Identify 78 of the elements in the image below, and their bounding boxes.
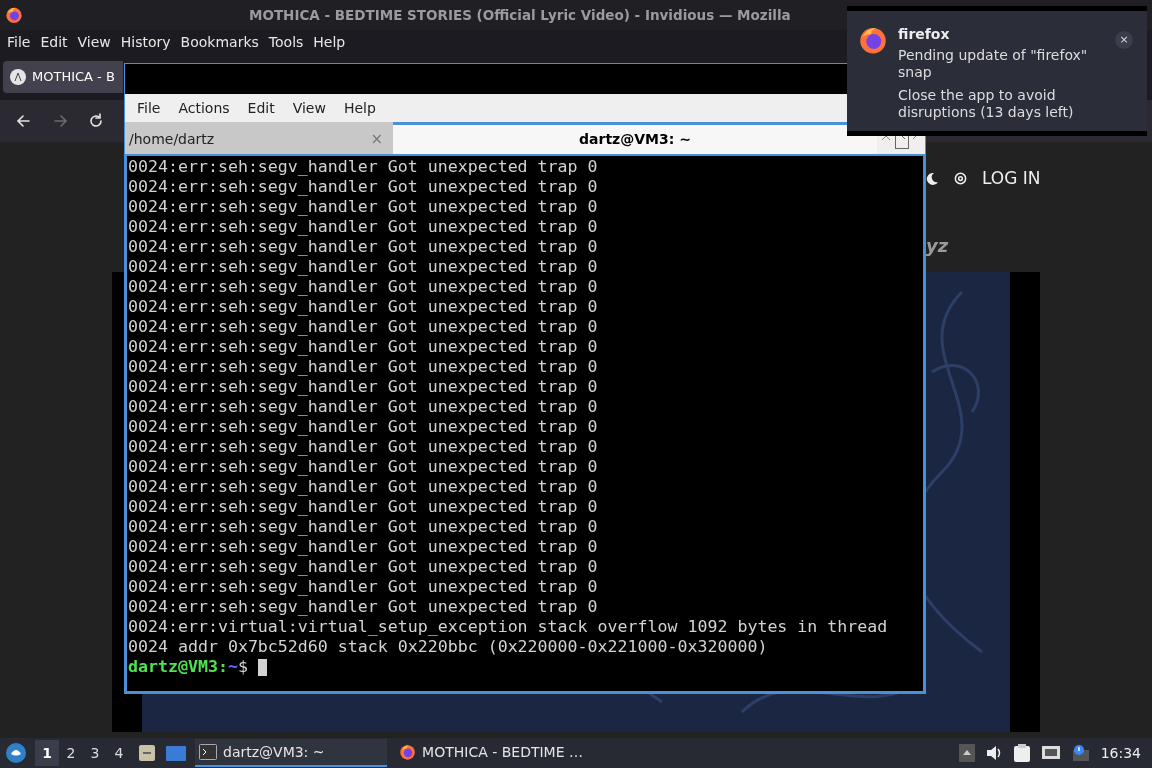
output-line: 0024:err:seh:segv_handler Got unexpected trap 0 [128,317,598,337]
output-line: 0024:err:seh:segv_handler Got unexpected trap 0 [128,157,598,177]
prompt-path: ~ [227,657,238,677]
tab-title: /home/dartz [129,130,215,149]
clipboard-icon[interactable] [1012,743,1031,763]
window-title: MOTHICA - BEDTIME STORIES (Official Lyric Video) - Invidious — Mozilla [249,5,791,25]
tray-expand-icon[interactable] [958,744,975,762]
prompt-user: dartz@VM3: [128,657,228,677]
desktop-icon[interactable] [165,743,187,763]
menu-item[interactable]: Help [334,97,385,119]
close-button[interactable]: × [1115,31,1133,49]
output-line: 0024:err:seh:segv_handler Got unexpected trap 0 [128,257,598,277]
task-title: MOTHICA - BEDTIME … [422,742,583,762]
output-line: 0024:err:seh:segv_handler Got unexpected trap 0 [128,417,598,437]
output-line: 0024:err:seh:segv_handler Got unexpected trap 0 [128,557,598,577]
output-line: 0024:err:seh:segv_handler Got unexpected trap 0 [128,497,598,517]
notification-body: Close the app to avoid disruptions (13 days left) [898,87,1075,121]
notification-icon[interactable] [1070,744,1091,762]
moon-icon[interactable] [925,171,939,186]
fox-logo-icon [5,6,23,24]
output-line: 0024:err:seh:segv_handler Got unexpected trap 0 [128,177,598,197]
workspace-switch[interactable]: 2 [59,740,83,766]
output-line: 0024:err:seh:segv_handler Got unexpected trap 0 [128,537,598,557]
author-name[interactable]: yz [926,232,949,259]
task-title: dartz@VM3: ~ [223,742,325,762]
output-line: 0024:err:seh:segv_handler Got unexpected trap 0 [128,357,598,377]
output-line: 0024:err:virtual:virtual_setup_exception stack overflow 1092 bytes in thread [128,617,888,637]
output-line: 0024:err:seh:segv_handler Got unexpected trap 0 [128,457,598,477]
output-line: 0024:err:seh:segv_handler Got unexpected trap 0 [128,597,598,617]
output-line: 0024:err:seh:segv_handler Got unexpected trap 0 [128,477,598,497]
taskbar-task[interactable]: MOTHICA - BEDTIME … [395,739,587,767]
browser-tab[interactable]: MOTHICA - B [3,61,123,93]
workspace-switch[interactable]: 4 [107,740,131,766]
workspace-switch[interactable]: 1 [35,740,59,766]
terminal-icon [199,744,217,760]
tab-title: dartz@VM3: ~ [579,130,691,149]
output-line: 0024:err:seh:segv_handler Got unexpected trap 0 [128,197,598,217]
clock[interactable]: 16:34 [1100,742,1147,764]
menu-item[interactable]: Edit [35,31,73,53]
taskbar-task[interactable]: dartz@VM3: ~ [195,739,387,767]
terminal-tab[interactable]: /home/dartz × [125,122,393,154]
terminal-tab[interactable]: dartz@VM3: ~ [393,122,877,154]
output-line: 0024:err:seh:segv_handler Got unexpected trap 0 [128,517,598,537]
output-line: 0024:err:seh:segv_handler Got unexpected trap 0 [128,297,598,317]
gear-icon[interactable] [953,171,968,187]
menu-item[interactable]: Help [308,31,351,53]
menu-item[interactable]: File [128,97,170,119]
menu-item[interactable]: View [283,97,335,119]
fox-logo-icon [858,25,888,55]
prompt-symbol: $ [237,657,248,677]
output-line: 0024:err:seh:segv_handler Got unexpected trap 0 [128,577,598,597]
output-line: 0024:err:seh:segv_handler Got unexpected trap 0 [128,237,598,257]
fox-logo-icon [399,743,417,761]
menu-item[interactable]: History [115,31,176,53]
output-line: 0024:err:seh:segv_handler Got unexpected trap 0 [128,217,598,237]
notification-title: firefox [898,25,951,43]
output-line: 0024:err:seh:segv_handler Got unexpected trap 0 [128,437,598,457]
menu-item[interactable]: Edit [238,97,284,119]
menu-item[interactable]: Bookmarks [175,31,264,53]
network-icon[interactable] [1040,744,1061,762]
menu-item[interactable]: File [2,31,36,53]
login-link[interactable]: LOG IN [982,166,1041,192]
tab-title: MOTHICA - B [32,68,115,87]
menu-item[interactable]: View [72,31,116,53]
output-line: 0024:err:seh:segv_handler Got unexpected trap 0 [128,377,598,397]
menu-item[interactable]: Actions [169,97,239,119]
start-menu-icon[interactable] [5,742,27,764]
workspace-switch[interactable]: 3 [83,740,107,766]
output-line: 0024:err:seh:segv_handler Got unexpected trap 0 [128,277,598,297]
text-cursor [257,658,267,676]
file-cabinet-icon[interactable] [137,743,157,763]
site-logo-icon [10,69,26,85]
menu-item[interactable]: Tools [263,31,309,53]
output-line: 0024:err:seh:segv_handler Got unexpected trap 0 [128,337,598,357]
volume-icon[interactable] [984,744,1003,762]
notification-summary: Pending update of "firefox" snap [898,47,1089,81]
output-line: 0024:err:seh:segv_handler Got unexpected trap 0 [128,397,598,417]
output-line: 0024 addr 0x7bc52d60 stack 0x220bbc (0x220000-0x221000-0x320000) [128,637,768,657]
